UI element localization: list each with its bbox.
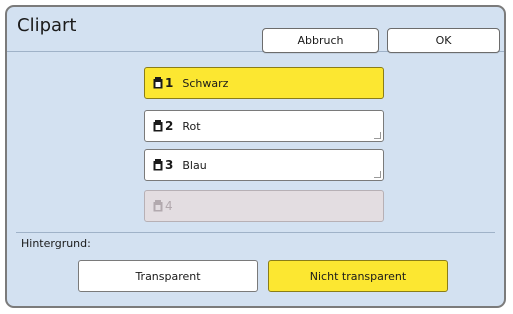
opaque-button[interactable]: Nicht transparent — [268, 260, 448, 292]
color-number: 1 — [165, 76, 174, 90]
divider — [16, 232, 495, 233]
cancel-button[interactable]: Abbruch — [262, 28, 379, 53]
color-button-2[interactable]: 2 Rot — [144, 110, 384, 142]
background-label: Hintergrund: — [21, 237, 91, 250]
color-number: 3 — [165, 158, 174, 172]
color-button-4[interactable]: 4 — [144, 190, 384, 222]
ink-cartridge-icon — [153, 120, 163, 132]
ink-cartridge-icon — [153, 159, 163, 171]
ink-cartridge-icon — [153, 77, 163, 89]
color-label: Rot — [182, 119, 201, 133]
color-number: 4 — [165, 199, 173, 213]
dialog-title: Clipart — [17, 15, 77, 36]
resize-corner-icon — [374, 171, 381, 178]
color-button-3[interactable]: 3 Blau — [144, 149, 384, 181]
opaque-button-label: Nicht transparent — [309, 269, 407, 283]
ok-button[interactable]: OK — [387, 28, 500, 53]
ok-button-label: OK — [435, 34, 452, 47]
color-button-1[interactable]: 1 Schwarz — [144, 67, 384, 99]
cancel-button-label: Abbruch — [297, 34, 344, 47]
transparent-button[interactable]: Transparent — [78, 260, 258, 292]
color-label: Schwarz — [182, 76, 229, 90]
color-number: 2 — [165, 119, 174, 133]
resize-corner-icon — [374, 132, 381, 139]
color-label: Blau — [182, 158, 207, 172]
transparent-button-label: Transparent — [135, 269, 201, 283]
clipart-dialog: Clipart Abbruch OK 1 Schwarz 2 Rot 3 Bla… — [5, 5, 506, 308]
ink-cartridge-icon — [153, 200, 163, 212]
